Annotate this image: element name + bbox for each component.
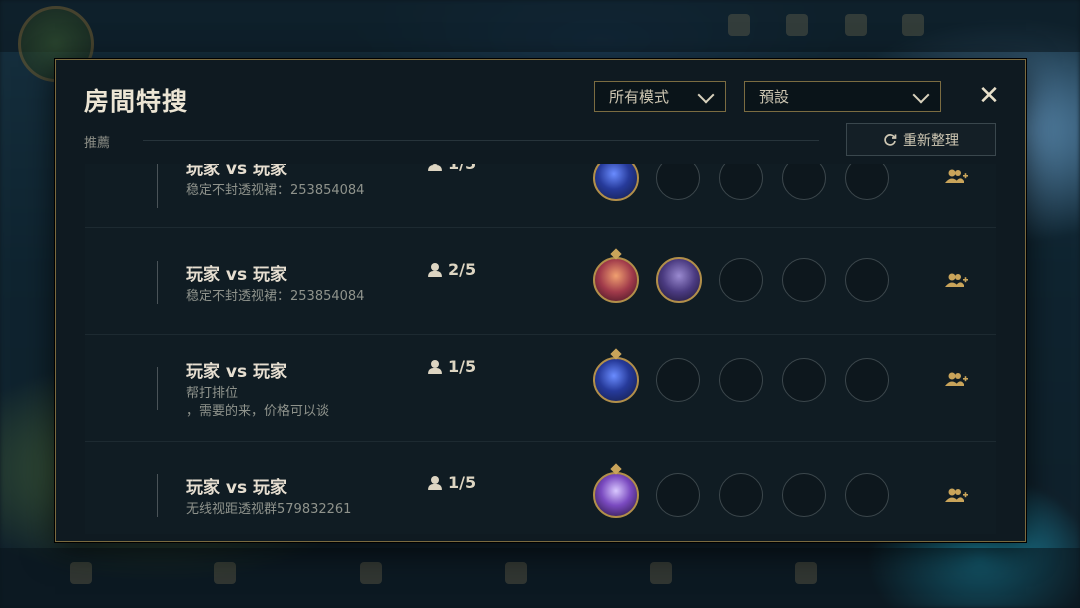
member-avatar [593,357,639,403]
background-nav-icon [786,14,808,36]
room-row[interactable]: 玩家 vs 玩家 无线视距透视群579832261 1/5 [85,442,996,534]
join-room-button[interactable] [944,272,968,290]
room-row[interactable]: 玩家 vs 玩家 稳定不封透视裙：253854084 2/5 [85,228,996,334]
empty-slot [845,258,889,302]
room-member-count: 1/5 [428,473,476,492]
dialog-title: 房間特搜 [84,87,189,116]
background-bottom-icon [70,562,92,584]
room-name: 玩家 vs 玩家 [186,362,288,382]
join-room-button[interactable] [944,371,968,389]
background-bottom-icon [360,562,382,584]
room-list: 玩家 vs 玩家 稳定不封透视裙：253854084 1/5 [85,164,996,534]
empty-slot [782,358,826,402]
background-nav-icon [728,14,750,36]
chevron-down-icon [697,86,715,104]
room-search-dialog: 房間特搜 所有模式 預設 ✕ 推薦 重新整理 玩家 vs 玩家 稳定不封透视裙：… [55,59,1026,542]
chevron-down-icon [912,86,930,104]
row-divider-line [157,367,158,410]
background-nav-icon [845,14,867,36]
member-avatar [593,472,639,518]
background-bottom-icon [650,562,672,584]
person-icon [428,475,442,490]
refresh-button[interactable]: 重新整理 [846,123,996,156]
room-name: 玩家 vs 玩家 [186,164,288,179]
sort-filter-value: 預設 [759,88,790,106]
row-divider-line [157,164,158,208]
close-icon[interactable]: ✕ [977,83,1001,109]
empty-slot [719,164,763,200]
background-bottom-icon [505,562,527,584]
add-party-icon [945,372,968,386]
member-count-value: 2/5 [448,260,477,279]
empty-slot [782,258,826,302]
empty-slot [845,358,889,402]
member-count-value: 1/5 [448,473,477,492]
member-avatar [656,257,702,303]
member-avatar [593,164,639,201]
refresh-icon [884,133,897,146]
room-description: 帮打排位 ，需要的来，价格可以谈 [186,386,330,419]
room-name: 玩家 vs 玩家 [186,478,288,498]
background-bottom-icon [795,562,817,584]
mode-filter-dropdown[interactable]: 所有模式 [594,81,726,112]
add-party-icon [945,169,968,183]
background-nav-icon [902,14,924,36]
room-description: 稳定不封透视裙：253854084 [186,183,365,198]
row-divider-line [157,474,158,517]
sort-filter-dropdown[interactable]: 預設 [744,81,941,112]
room-name: 玩家 vs 玩家 [186,265,288,285]
member-count-value: 1/5 [448,357,477,376]
person-icon [428,164,442,171]
person-icon [428,359,442,374]
empty-slot [845,164,889,200]
empty-slot [719,358,763,402]
room-member-count: 2/5 [428,260,476,279]
add-party-icon [945,273,968,287]
empty-slot [782,473,826,517]
member-avatar [593,257,639,303]
join-room-button[interactable] [944,487,968,505]
section-divider [143,140,819,141]
background-bottom-bar [0,548,1080,608]
empty-slot [719,473,763,517]
empty-slot [656,164,700,200]
join-room-button[interactable] [944,168,968,186]
empty-slot [656,358,700,402]
room-member-count: 1/5 [428,164,476,173]
empty-slot [782,164,826,200]
room-description: 无线视距透视群579832261 [186,502,352,517]
person-icon [428,262,442,277]
room-description: 稳定不封透视裙：253854084 [186,289,365,304]
row-divider-line [157,261,158,304]
background-bottom-icon [214,562,236,584]
recommended-label: 推薦 [84,136,111,151]
add-party-icon [945,488,968,502]
member-count-value: 1/5 [448,164,476,173]
empty-slot [656,473,700,517]
mode-filter-value: 所有模式 [609,88,670,106]
refresh-label: 重新整理 [903,132,959,149]
room-row[interactable]: 玩家 vs 玩家 帮打排位 ，需要的来，价格可以谈 1/5 [85,335,996,441]
empty-slot [845,473,889,517]
empty-slot [719,258,763,302]
room-row[interactable]: 玩家 vs 玩家 稳定不封透视裙：253854084 1/5 [85,164,996,227]
room-member-count: 1/5 [428,357,476,376]
